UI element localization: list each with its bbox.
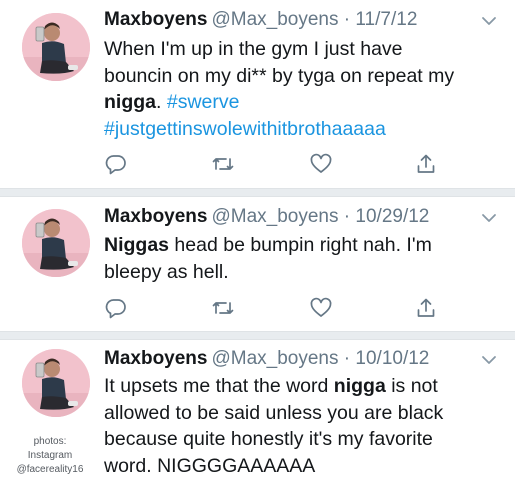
heart-icon[interactable] <box>309 296 333 320</box>
share-icon[interactable] <box>414 152 438 176</box>
chevron-down-icon[interactable] <box>480 209 498 227</box>
tweet-text: It upsets me that the word nigga is not a… <box>104 373 514 479</box>
credit-line: Instagram <box>27 450 73 461</box>
text-segment: bleepy as hell. <box>104 260 229 283</box>
heart-icon[interactable] <box>309 152 333 176</box>
tweet-actions <box>104 296 444 322</box>
user-handle[interactable]: @Max_boyens <box>211 348 338 369</box>
bold-text: nigga <box>104 91 156 113</box>
retweet-icon[interactable] <box>211 152 235 176</box>
tweet-text-line: nigga. #swerve <box>104 89 514 116</box>
avatar[interactable] <box>22 349 90 417</box>
chevron-down-icon[interactable] <box>480 12 498 30</box>
display-name[interactable]: Maxboyens <box>104 348 207 369</box>
text-segment: . <box>156 91 167 113</box>
tweet-text-line: word. NIGGGGAAAAAA <box>104 453 514 480</box>
credit-line: @facereality16 <box>16 464 84 475</box>
tweet-date[interactable]: · 11/7/12 <box>344 9 418 30</box>
tweet-header: Maxboyens @Max_boyens · 10/29/12 <box>104 204 429 230</box>
credit-line: photos: <box>33 436 67 447</box>
text-segment: When I'm up in the gym I just have <box>104 38 403 60</box>
tweet[interactable]: Maxboyens @Max_boyens · 10/29/12 Niggas h… <box>0 197 515 331</box>
user-handle[interactable]: @Max_boyens <box>211 9 338 30</box>
bold-text: Niggas <box>104 234 170 256</box>
tweet-text-line: When I'm up in the gym I just have <box>104 36 514 63</box>
text-segment: bouncin on my di** by tyga on repeat my <box>104 64 455 87</box>
tweet-text-line: bleepy as hell. <box>104 259 514 286</box>
tweet-text-line: because quite honestly it's my favorite <box>104 426 514 453</box>
tweet-header: Maxboyens @Max_boyens · 11/7/12 <box>104 7 417 33</box>
share-icon[interactable] <box>414 296 438 320</box>
text-segment: is not <box>385 375 438 397</box>
text-segment: because quite honestly it's my favorite <box>104 428 433 450</box>
avatar[interactable] <box>22 13 90 81</box>
divider <box>0 188 515 197</box>
retweet-icon[interactable] <box>211 296 235 320</box>
tweet-date[interactable]: · 10/29/12 <box>344 206 430 227</box>
hashtag-link[interactable]: #justgettinswolewithitbrothaaaaa <box>104 118 386 140</box>
user-handle[interactable]: @Max_boyens <box>211 206 338 227</box>
text-segment: word. NIGGGGAAAAAA <box>104 454 316 477</box>
tweet-text: Niggas head be bumpin right nah. I'm blee… <box>104 232 514 285</box>
tweet-text-line: allowed to be said unless you are black <box>104 400 514 427</box>
chevron-down-icon[interactable] <box>480 351 498 369</box>
photo-credit: photos: Instagram @facereality16 <box>8 435 92 477</box>
text-segment: allowed to be said unless you are black <box>104 401 444 424</box>
text-segment: It upsets me that the word <box>104 375 334 397</box>
display-name[interactable]: Maxboyens <box>104 206 207 227</box>
tweet[interactable]: Maxboyens @Max_boyens · 11/7/12 When I'm … <box>0 0 515 188</box>
tweet-text-line: Niggas head be bumpin right nah. I'm <box>104 232 514 259</box>
tweet-text: When I'm up in the gym I just have bounci… <box>104 36 514 142</box>
avatar[interactable] <box>22 209 90 277</box>
bold-text: nigga <box>333 375 386 397</box>
tweet-text-line: It upsets me that the word nigga is not <box>104 373 514 400</box>
tweet-text-line: bouncin on my di** by tyga on repeat my <box>104 63 514 90</box>
tweet-text-line: #justgettinswolewithitbrothaaaaa <box>104 116 514 143</box>
tweet-header: Maxboyens @Max_boyens · 10/10/12 <box>104 346 429 372</box>
reply-icon[interactable] <box>104 296 128 320</box>
display-name[interactable]: Maxboyens <box>104 9 207 30</box>
tweet-actions <box>104 152 444 178</box>
divider <box>0 331 515 340</box>
hashtag-link[interactable]: #swerve <box>167 91 240 113</box>
text-segment: head be bumpin right nah. I'm <box>169 234 432 256</box>
tweet-date[interactable]: · 10/10/12 <box>344 348 430 369</box>
reply-icon[interactable] <box>104 152 128 176</box>
